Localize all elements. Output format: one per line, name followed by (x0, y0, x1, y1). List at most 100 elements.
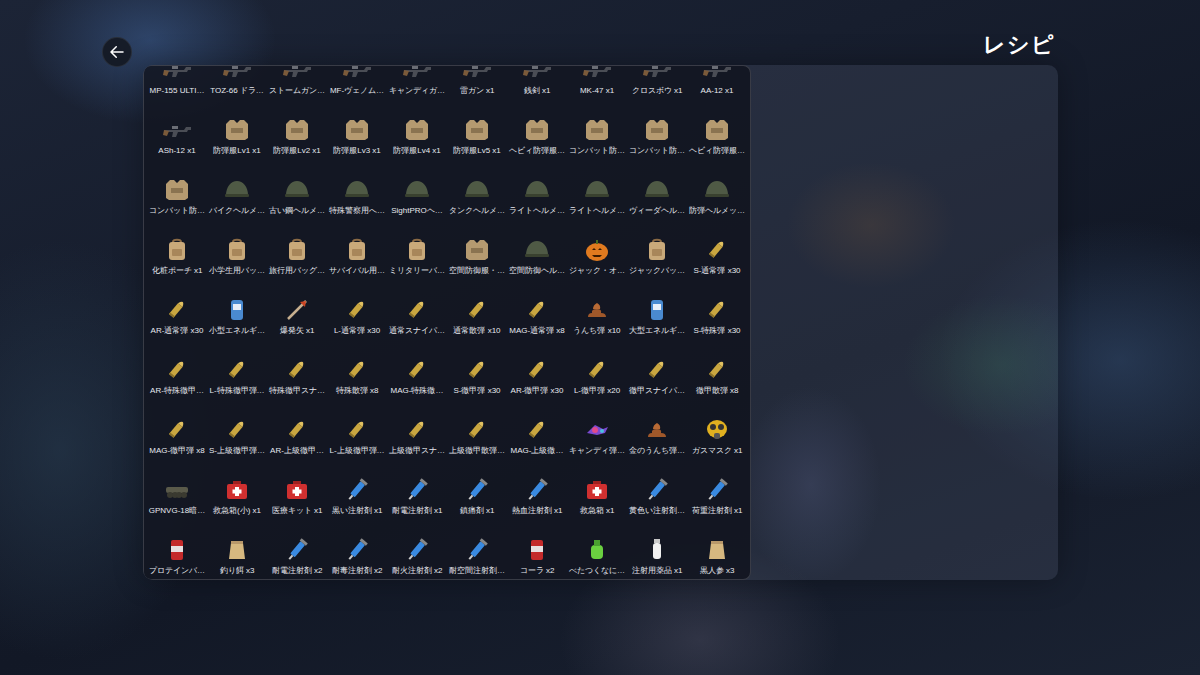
recipe-item[interactable]: 防弾服Lv1 x1 (207, 109, 267, 169)
recipe-item[interactable]: S-通常弾 x30 (687, 229, 747, 289)
recipe-item[interactable]: SightPROヘ… (387, 169, 447, 229)
recipe-item[interactable]: ジャック・オ… (567, 229, 627, 289)
recipe-item[interactable]: ヴィーダヘル… (627, 169, 687, 229)
recipe-item[interactable]: プロテインバ… (147, 529, 207, 580)
recipe-item[interactable]: 徹甲散弾 x8 (687, 349, 747, 409)
recipe-item[interactable]: 釣り餌 x3 (207, 529, 267, 580)
recipe-item[interactable]: ストームガン… (267, 65, 327, 109)
ammo-icon (282, 355, 312, 383)
recipe-item[interactable]: 化粧ポーチ x1 (147, 229, 207, 289)
recipe-item[interactable]: バイクヘルメ… (207, 169, 267, 229)
recipe-item[interactable]: べたつくなに… (567, 529, 627, 580)
recipe-item[interactable]: 救急箱(小) x1 (207, 469, 267, 529)
recipe-item[interactable]: 耐電注射剤 x1 (387, 469, 447, 529)
recipe-item[interactable]: L-徹甲弾 x20 (567, 349, 627, 409)
recipe-item[interactable]: ガスマスク x1 (687, 409, 747, 469)
recipe-item[interactable]: ライトヘルメ… (507, 169, 567, 229)
recipe-item[interactable]: MAG-通常弾 x8 (507, 289, 567, 349)
recipe-item[interactable]: 耐火注射剤 x2 (387, 529, 447, 580)
recipe-item[interactable]: 銭剣 x1 (507, 65, 567, 109)
recipe-item[interactable]: 古い鋼ヘルメ… (267, 169, 327, 229)
recipe-item[interactable]: 熱血注射剤 x1 (507, 469, 567, 529)
recipe-item[interactable]: L-上級徹甲弾… (327, 409, 387, 469)
recipe-item[interactable]: 特殊徹甲スナ… (267, 349, 327, 409)
recipe-item[interactable]: 上級徹甲散弾… (447, 409, 507, 469)
recipe-item[interactable]: MAG-特殊徹… (387, 349, 447, 409)
recipe-item[interactable]: 防弾服Lv2 x1 (267, 109, 327, 169)
recipe-item[interactable]: 防弾ヘルメッ… (687, 169, 747, 229)
recipe-item[interactable]: 荷重注射剤 x1 (687, 469, 747, 529)
recipe-item[interactable]: 通常スナイパ… (387, 289, 447, 349)
recipe-item[interactable]: 耐空間注射剤… (447, 529, 507, 580)
recipe-item[interactable]: 黒い注射剤 x1 (327, 469, 387, 529)
recipe-item[interactable]: 防弾服Lv4 x1 (387, 109, 447, 169)
recipe-item[interactable]: 黄色い注射剤… (627, 469, 687, 529)
recipe-item[interactable]: 爆発矢 x1 (267, 289, 327, 349)
recipe-item[interactable]: AR-通常弾 x30 (147, 289, 207, 349)
recipe-item[interactable]: S-徹甲弾 x30 (447, 349, 507, 409)
recipe-item[interactable]: タンクヘルメ… (447, 169, 507, 229)
recipe-item[interactable]: 小学生用バッ… (207, 229, 267, 289)
item-label: 耐毒注射剤 x2 (332, 565, 383, 577)
recipe-item[interactable]: S-特殊弾 x30 (687, 289, 747, 349)
ammo-icon (702, 235, 732, 263)
recipe-item[interactable]: 耐電注射剤 x2 (267, 529, 327, 580)
recipe-item[interactable]: キャンディ弾… (567, 409, 627, 469)
recipe-item[interactable]: クロスボウ x1 (627, 65, 687, 109)
recipe-item[interactable]: 空間防御ヘル… (507, 229, 567, 289)
recipe-item[interactable]: MF-ヴェノム… (327, 65, 387, 109)
recipe-item[interactable]: 空間防御服・… (447, 229, 507, 289)
item-icon-box (207, 109, 267, 145)
recipe-item[interactable]: 医療キット x1 (267, 469, 327, 529)
recipe-item[interactable]: 防弾服Lv3 x1 (327, 109, 387, 169)
recipe-item[interactable]: AR-特殊徹甲… (147, 349, 207, 409)
recipe-item[interactable]: 金のうんち弾… (627, 409, 687, 469)
recipe-item[interactable]: 救急箱 x1 (567, 469, 627, 529)
recipe-item[interactable]: 特殊散弾 x8 (327, 349, 387, 409)
recipe-item[interactable]: AA-12 x1 (687, 65, 747, 109)
recipe-item[interactable]: コンバット防… (147, 169, 207, 229)
recipe-item[interactable]: ジャックバッ… (627, 229, 687, 289)
recipe-item[interactable]: 防弾服Lv5 x1 (447, 109, 507, 169)
recipe-item[interactable]: GPNVG-18暗… (147, 469, 207, 529)
recipe-item[interactable]: MK-47 x1 (567, 65, 627, 109)
recipe-item[interactable]: 注射用薬品 x1 (627, 529, 687, 580)
recipe-item[interactable]: 雷ガン x1 (447, 65, 507, 109)
recipe-item[interactable]: 徹甲スナイパ… (627, 349, 687, 409)
recipe-item[interactable]: 小型エネルギ… (207, 289, 267, 349)
recipe-item[interactable]: コーラ x2 (507, 529, 567, 580)
recipe-item[interactable]: 黒人参 x3 (687, 529, 747, 580)
recipe-item[interactable]: L-通常弾 x30 (327, 289, 387, 349)
recipe-item[interactable]: うんち弾 x10 (567, 289, 627, 349)
recipe-item[interactable]: ミリタリーバ… (387, 229, 447, 289)
recipe-item[interactable]: AR-上級徹甲… (267, 409, 327, 469)
item-icon-box (327, 169, 387, 205)
recipe-item[interactable]: TOZ-66 ドラ… (207, 65, 267, 109)
recipe-item[interactable]: 特殊警察用へ… (327, 169, 387, 229)
recipe-item[interactable]: キャンディガ… (387, 65, 447, 109)
recipe-item[interactable]: 鎮痛剤 x1 (447, 469, 507, 529)
helmet-icon (582, 175, 612, 203)
recipe-item[interactable]: 通常散弾 x10 (447, 289, 507, 349)
recipe-item[interactable]: 上級徹甲スナ… (387, 409, 447, 469)
recipe-item[interactable]: 大型エネルギ… (627, 289, 687, 349)
back-button[interactable] (102, 37, 132, 67)
recipe-item[interactable]: MAG-徹甲弾 x8 (147, 409, 207, 469)
recipe-item[interactable]: コンバット防… (627, 109, 687, 169)
recipe-item[interactable]: コンバット防… (567, 109, 627, 169)
recipe-item[interactable]: L-特殊徹甲弾… (207, 349, 267, 409)
recipe-item[interactable]: ヘビィ防弾服… (687, 109, 747, 169)
recipe-item[interactable]: S-上級徹甲弾… (207, 409, 267, 469)
item-icon-box (327, 229, 387, 265)
recipe-item[interactable]: MP-155 ULTI… (147, 65, 207, 109)
recipe-item[interactable]: ヘビィ防弾服… (507, 109, 567, 169)
ammo-icon (582, 355, 612, 383)
recipe-item[interactable]: 旅行用バッグ… (267, 229, 327, 289)
recipe-item[interactable]: 耐毒注射剤 x2 (327, 529, 387, 580)
recipe-item[interactable]: AR-徹甲弾 x30 (507, 349, 567, 409)
bag-icon (162, 235, 192, 263)
recipe-item[interactable]: ライトヘルメ… (567, 169, 627, 229)
recipe-item[interactable]: サバイバル用… (327, 229, 387, 289)
recipe-item[interactable]: MAG-上級徹… (507, 409, 567, 469)
recipe-item[interactable]: ASh-12 x1 (147, 109, 207, 169)
